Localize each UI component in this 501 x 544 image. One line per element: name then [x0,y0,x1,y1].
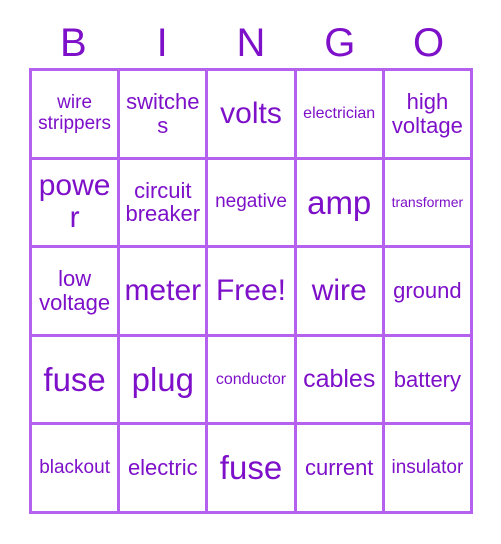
bingo-grid: wire strippers switches volts electrician hi… [29,68,473,514]
bingo-header-letter-g: G [324,21,356,65]
bingo-cell[interactable]: transformer [384,159,473,249]
bingo-cell-label: meter [124,273,202,307]
bingo-cell[interactable]: Free! [208,248,297,337]
bingo-cell[interactable]: current [296,425,385,514]
bingo-cell[interactable]: low voltage [32,248,121,337]
bingo-cell-label: insulator [391,456,464,478]
bingo-cell-label: electrician [303,105,376,123]
bingo-cell[interactable]: electrician [296,71,385,160]
bingo-cell-label: wire strippers [38,92,112,134]
bingo-cell[interactable]: wire [296,248,385,337]
bingo-cell-label: high voltage [391,89,463,138]
bingo-card: B I N G O wire strippers switches volts ele… [0,0,501,544]
bingo-cell-label: volts [220,96,282,130]
bingo-cell-label: Free! [215,273,286,307]
bingo-cell-label: circuit breaker [125,177,201,227]
bingo-cell-label: battery [393,366,462,392]
bingo-header-letter-i: I [156,21,168,65]
bingo-cell[interactable]: high voltage [384,71,473,160]
bingo-cell-label: low voltage [39,266,111,315]
bingo-cell-label: cables [303,365,376,394]
bingo-cell[interactable]: fuse [32,336,121,426]
bingo-cell[interactable]: fuse [208,425,297,514]
bingo-cell-label: fuse [43,360,106,398]
bingo-cell[interactable]: battery [384,336,473,426]
bingo-header-letter-n: N [236,21,266,65]
bingo-cell-label: plug [131,360,194,398]
bingo-cell-label: negative [215,191,287,213]
bingo-cell[interactable]: meter [120,248,209,337]
bingo-cell[interactable]: ground [384,248,473,337]
bingo-cell-label: power [38,169,111,235]
bingo-cell[interactable]: amp [296,159,385,249]
bingo-cell[interactable]: conductor [208,336,297,426]
bingo-cell-label: electric [127,455,198,481]
bingo-cell[interactable]: circuit breaker [120,159,209,249]
bingo-cell[interactable]: volts [208,71,297,160]
bingo-header-letter-b: B [60,21,87,65]
bingo-cell[interactable]: negative [208,159,297,249]
bingo-cell[interactable]: electric [120,425,209,514]
bingo-cell[interactable]: wire strippers [32,71,121,160]
bingo-cell-label: amp [307,183,372,221]
bingo-cell[interactable]: switches [120,71,209,160]
bingo-cell[interactable]: insulator [384,425,473,514]
bingo-cell-label: conductor [215,370,287,388]
bingo-header-letter-o: O [413,21,445,65]
bingo-cell-label: blackout [39,456,110,478]
bingo-cell-label: current [304,455,374,481]
bingo-cell[interactable]: power [32,159,121,249]
bingo-cell-label: ground [393,278,462,304]
bingo-cell[interactable]: cables [296,336,385,426]
bingo-cell-label: wire [311,273,367,307]
bingo-cell[interactable]: plug [120,336,209,426]
bingo-header-row: B I N G O [29,18,473,68]
bingo-cell-label: fuse [219,449,283,487]
bingo-cell-label: switches [126,89,200,138]
bingo-cell[interactable]: blackout [32,425,121,514]
bingo-cell-label: transformer [391,193,464,210]
